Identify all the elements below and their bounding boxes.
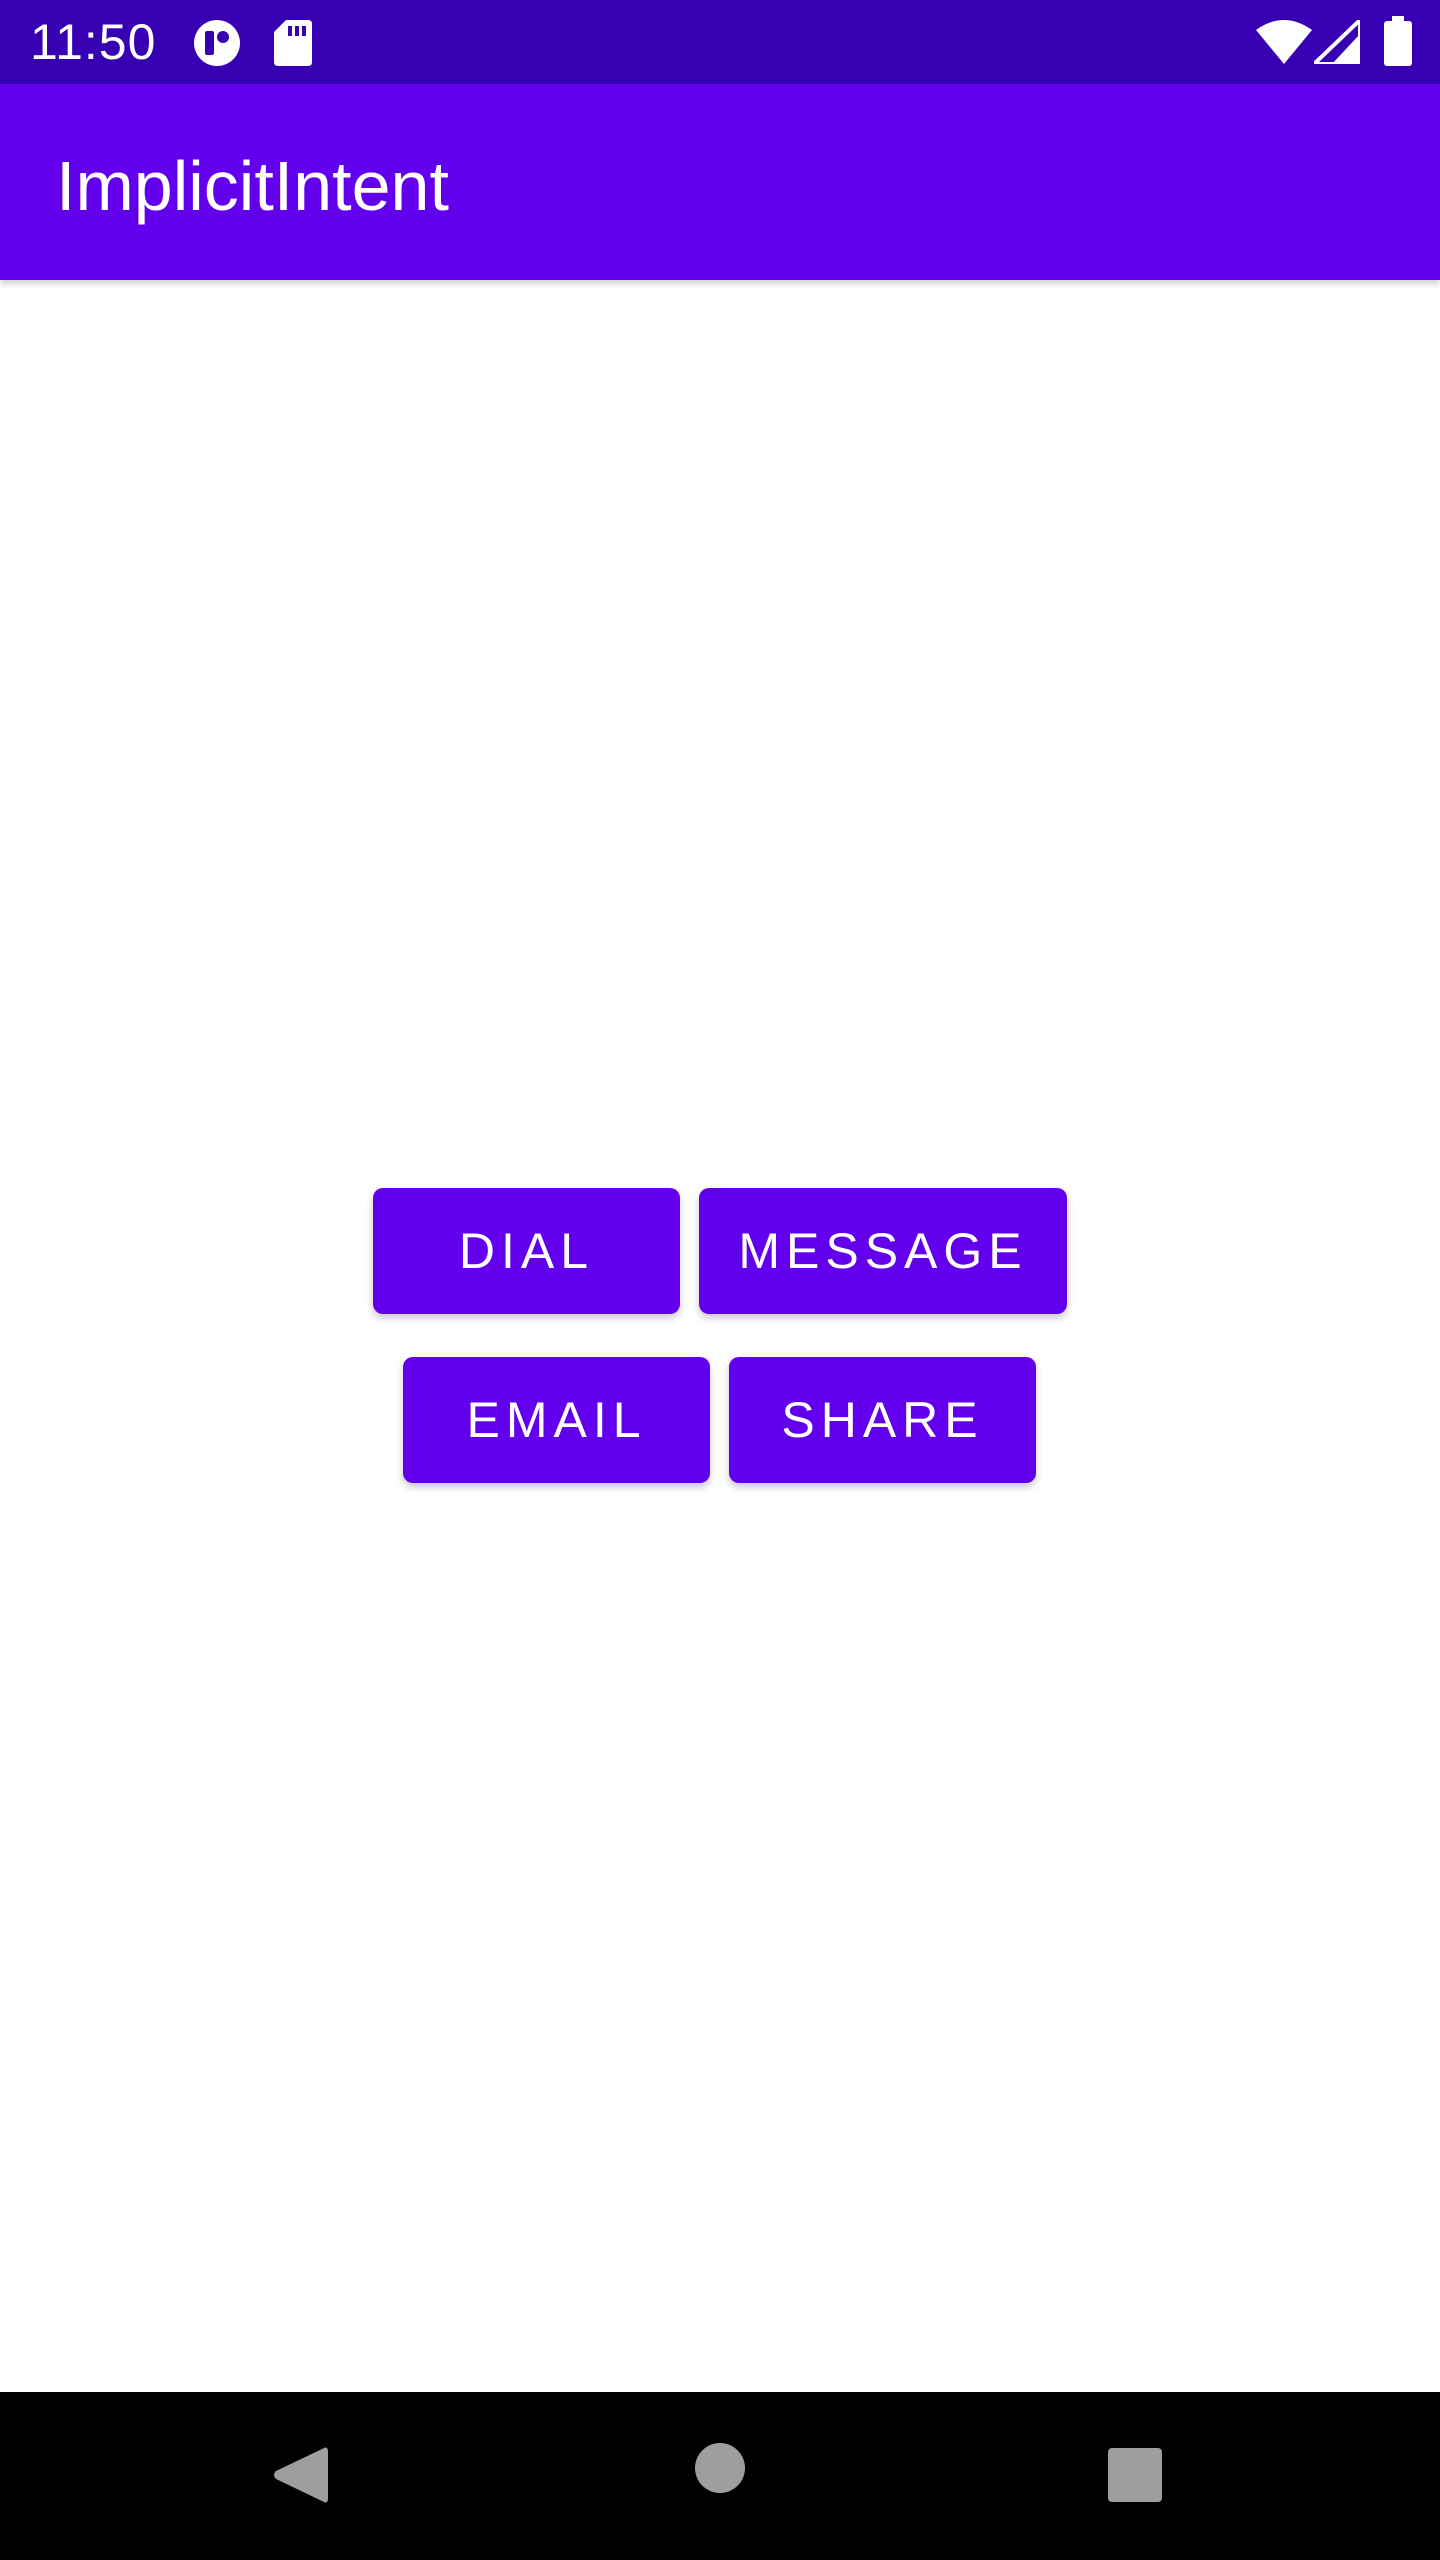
battery-icon: [1384, 16, 1412, 66]
share-button[interactable]: SHARE: [729, 1357, 1036, 1483]
app-bar: ImplicitIntent: [0, 84, 1440, 280]
email-button[interactable]: EMAIL: [403, 1357, 710, 1483]
message-button[interactable]: MESSAGE: [699, 1188, 1067, 1314]
sd-card-icon: [274, 20, 312, 66]
status-bar: 11:50: [0, 0, 1440, 84]
wifi-icon: [1256, 20, 1312, 64]
recents-icon[interactable]: [1108, 2448, 1162, 2502]
home-icon[interactable]: [694, 2442, 746, 2494]
navigation-bar: [0, 2392, 1440, 2560]
status-time: 11:50: [30, 14, 157, 70]
back-icon[interactable]: [272, 2444, 328, 2506]
screen: 11:50 ImplicitIntent DIAL MESSAGE EMAIL …: [0, 0, 1440, 2560]
notification-app-icon: [194, 20, 240, 66]
cell-signal-icon: [1314, 20, 1360, 64]
dial-button[interactable]: DIAL: [373, 1188, 680, 1314]
app-title: ImplicitIntent: [56, 147, 449, 225]
